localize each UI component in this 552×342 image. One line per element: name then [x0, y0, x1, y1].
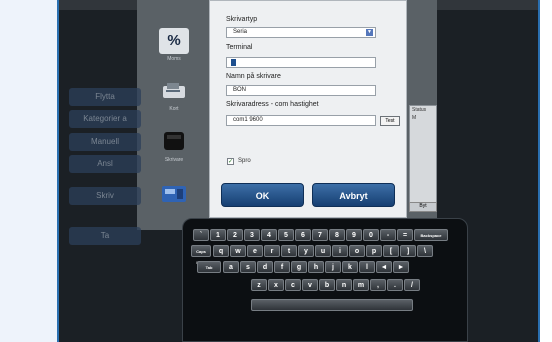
key-symbol[interactable]: /: [404, 279, 420, 291]
key-6[interactable]: 6: [295, 229, 311, 241]
key-0[interactable]: 0: [363, 229, 379, 241]
printer-settings-dialog: Skrivartyp Seria ▼ Terminal Namn på skri…: [209, 0, 407, 218]
cash-register-icon[interactable]: [159, 180, 189, 206]
page-margin-left: [0, 0, 57, 342]
key-symbol[interactable]: =: [397, 229, 413, 241]
key-f[interactable]: f: [274, 261, 290, 273]
key-symbol[interactable]: ◄: [376, 261, 392, 273]
key-3[interactable]: 3: [244, 229, 260, 241]
change-button[interactable]: Byt: [409, 202, 437, 212]
key-symbol[interactable]: ,: [370, 279, 386, 291]
key-symbol[interactable]: \: [417, 245, 433, 257]
key-a[interactable]: a: [223, 261, 239, 273]
printer-type-select[interactable]: Seria ▼: [226, 27, 376, 38]
printer-icon[interactable]: [159, 128, 189, 154]
key-tab[interactable]: Tab: [197, 261, 221, 273]
status-list-row[interactable]: M: [410, 114, 436, 122]
menu-button-3[interactable]: Manuell: [69, 133, 141, 151]
key-l[interactable]: l: [359, 261, 375, 273]
spro-checkbox-label: Spro: [238, 158, 251, 164]
key-m[interactable]: m: [353, 279, 369, 291]
key-y[interactable]: y: [298, 245, 314, 257]
key-9[interactable]: 9: [346, 229, 362, 241]
key-symbol[interactable]: .: [387, 279, 403, 291]
key-t[interactable]: t: [281, 245, 297, 257]
key-w[interactable]: w: [230, 245, 246, 257]
text-cursor: [231, 59, 236, 66]
menu-button-6[interactable]: Ta: [69, 227, 141, 245]
printer-address-field[interactable]: com1 9600: [226, 115, 376, 126]
percent-icon[interactable]: %: [159, 28, 189, 54]
status-list-header: Status: [412, 107, 427, 113]
side-label-moms: Moms: [167, 56, 181, 62]
key-symbol[interactable]: ►: [393, 261, 409, 273]
onscreen-keyboard: `1234567890-=Backspace Caps Lockqwertyuio…: [182, 218, 468, 342]
printer-address-label: Skrivaradress - com hastighet: [226, 101, 319, 108]
side-label-skrivare: Skrivare: [164, 157, 184, 163]
key-d[interactable]: d: [257, 261, 273, 273]
menu-button-4[interactable]: Ansl: [69, 155, 141, 173]
key-q[interactable]: q: [213, 245, 229, 257]
side-label-kort: Kort: [169, 106, 179, 112]
key-b[interactable]: b: [319, 279, 335, 291]
key-z[interactable]: z: [251, 279, 267, 291]
key-symbol[interactable]: ]: [400, 245, 416, 257]
key-i[interactable]: i: [332, 245, 348, 257]
key-o[interactable]: o: [349, 245, 365, 257]
menu-button-1[interactable]: Flytta: [69, 88, 141, 106]
key-e[interactable]: e: [247, 245, 263, 257]
spro-checkbox[interactable]: ✓: [227, 158, 234, 165]
key-j[interactable]: j: [325, 261, 341, 273]
key-2[interactable]: 2: [227, 229, 243, 241]
cancel-button[interactable]: Avbryt: [312, 183, 395, 207]
key-g[interactable]: g: [291, 261, 307, 273]
space-key[interactable]: [251, 299, 413, 311]
ok-button[interactable]: OK: [221, 183, 304, 207]
page-margin-right: [540, 0, 552, 342]
card-reader-icon[interactable]: [159, 78, 189, 104]
key-8[interactable]: 8: [329, 229, 345, 241]
menu-button-2[interactable]: Kategorier a: [69, 110, 141, 128]
key-k[interactable]: k: [342, 261, 358, 273]
key-5[interactable]: 5: [278, 229, 294, 241]
key-symbol[interactable]: -: [380, 229, 396, 241]
key-p[interactable]: p: [366, 245, 382, 257]
key-symbol[interactable]: `: [193, 229, 209, 241]
chevron-down-icon: ▼: [366, 29, 373, 36]
printer-type-value: Seria: [233, 29, 248, 35]
key-n[interactable]: n: [336, 279, 352, 291]
key-h[interactable]: h: [308, 261, 324, 273]
terminal-label: Terminal: [226, 44, 253, 51]
key-v[interactable]: v: [302, 279, 318, 291]
key-caps-lock[interactable]: Caps Lock: [191, 245, 211, 265]
key-7[interactable]: 7: [312, 229, 328, 241]
key-c[interactable]: c: [285, 279, 301, 291]
key-s[interactable]: s: [240, 261, 256, 273]
key-1[interactable]: 1: [210, 229, 226, 241]
key-x[interactable]: x: [268, 279, 284, 291]
key-4[interactable]: 4: [261, 229, 277, 241]
printer-name-label: Namn på skrivare: [226, 73, 281, 80]
pos-app-window: Flytta Kategorier a Manuell Ansl Skriv T…: [57, 0, 540, 342]
printer-name-field[interactable]: BON: [226, 85, 376, 96]
key-symbol[interactable]: [: [383, 245, 399, 257]
terminal-field[interactable]: [226, 57, 376, 68]
menu-button-5[interactable]: Skriv: [69, 187, 141, 205]
printer-type-label: Skrivartyp: [226, 16, 258, 23]
test-button[interactable]: Test: [380, 116, 400, 126]
key-u[interactable]: u: [315, 245, 331, 257]
key-r[interactable]: r: [264, 245, 280, 257]
status-list: Status M: [409, 105, 437, 212]
key-backspace[interactable]: Backspace: [414, 229, 448, 241]
